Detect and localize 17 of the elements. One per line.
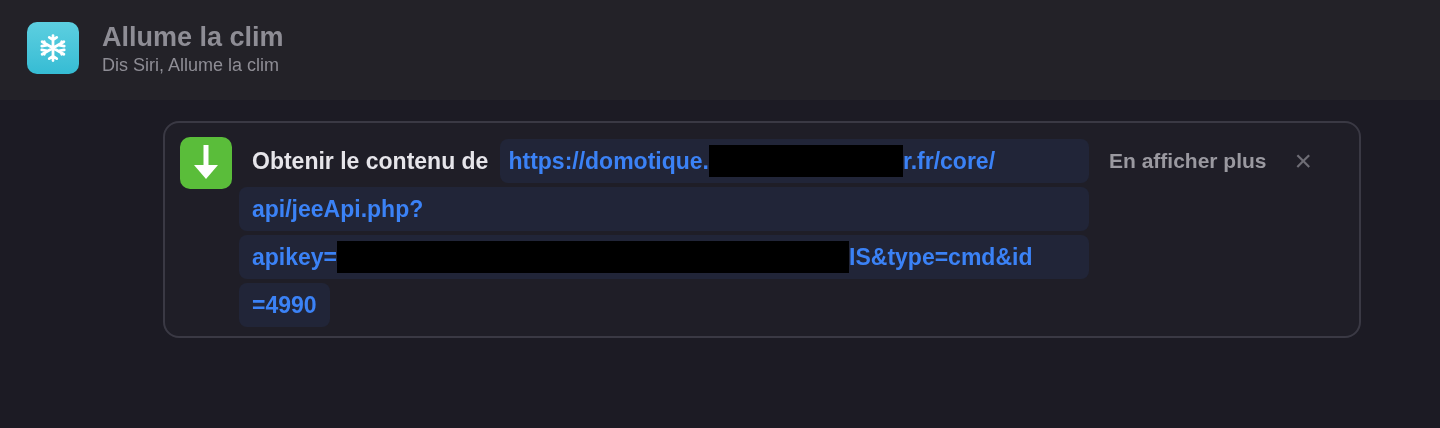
url-text: api/jeeApi.php? [252,194,424,224]
url-text: IS&type=cmd&id [849,242,1033,272]
action-label: Obtenir le contenu de [251,146,489,176]
show-more-button[interactable]: En afficher plus [1109,139,1267,183]
shortcut-title: Allume la clim [102,21,284,54]
url-token[interactable]: api/jeeApi.php? [239,187,1089,231]
url-token[interactable]: =4990 [239,283,330,327]
url-text: =4990 [252,290,317,320]
url-token[interactable]: apikey= IS&type=cmd&id [239,235,1089,279]
close-button[interactable]: × [1294,139,1313,183]
snowflake-icon [27,22,79,74]
download-icon [180,137,232,189]
url-text: https://domotique. [508,146,709,176]
shortcut-subtitle: Dis Siri, Allume la clim [102,54,281,76]
url-text: apikey= [252,242,338,272]
url-text: r.fr/core/ [903,146,996,176]
url-token[interactable]: https://domotique. r.fr/core/ [500,139,1089,183]
